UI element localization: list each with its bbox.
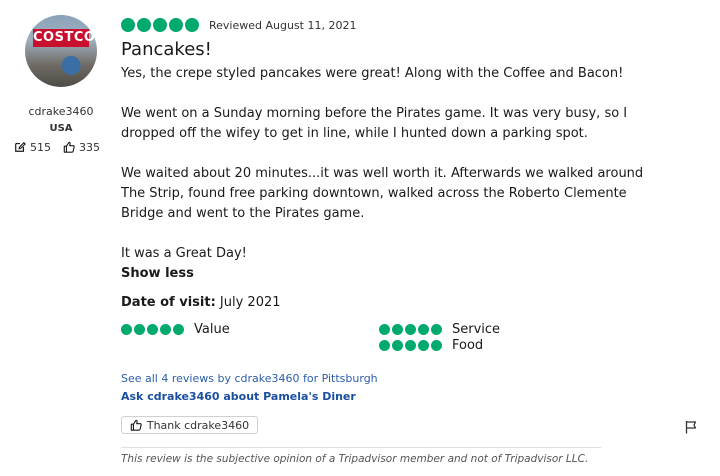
- date-of-visit-value: July 2021: [215, 295, 281, 310]
- subrating-value: Value: [121, 322, 230, 337]
- rating-bubble: [147, 324, 158, 335]
- rating-bubble: [134, 324, 145, 335]
- flag-icon[interactable]: [684, 420, 698, 434]
- rating-bubble: [379, 324, 390, 335]
- reviewer-card: COSTCO cdrake3460 USA 515 335: [14, 15, 108, 154]
- username[interactable]: cdrake3460: [14, 105, 108, 118]
- rating-bubble: [169, 18, 183, 32]
- bubble-rating: [121, 324, 184, 335]
- rating-bubble: [405, 324, 416, 335]
- reviewed-date: Reviewed August 11, 2021: [209, 18, 357, 32]
- subrating-food: Food: [379, 338, 483, 353]
- review-paragraph: We waited about 20 minutes...it was well…: [121, 166, 644, 221]
- edit-icon: [15, 141, 26, 152]
- rating-bubble: [121, 18, 135, 32]
- divider: [121, 447, 601, 448]
- thank-button[interactable]: Thank cdrake3460: [121, 416, 258, 434]
- subrating-label: Service: [452, 322, 501, 337]
- rating-bubble: [431, 324, 442, 335]
- rating-bubble: [121, 324, 132, 335]
- thumbs-up-icon: [63, 141, 75, 153]
- review-paragraph: Yes, the crepe styled pancakes were grea…: [121, 66, 624, 81]
- rating-bubble: [137, 18, 151, 32]
- date-of-visit-label: Date of visit:: [121, 295, 216, 310]
- rating-bubble: [418, 340, 429, 351]
- rating-bubble: [379, 340, 390, 351]
- avatar-sign-text: COSTCO: [33, 29, 96, 47]
- rating-bubble: [431, 340, 442, 351]
- bubble-rating: [379, 324, 442, 335]
- rating-bubble: [405, 340, 416, 351]
- review: Reviewed August 11, 2021 Pancakes! Yes, …: [121, 15, 651, 364]
- rating-bubble: [185, 18, 199, 32]
- bubble-rating: [121, 18, 199, 32]
- subrating-label: Value: [194, 322, 230, 337]
- see-all-reviews-link[interactable]: See all 4 reviews by cdrake3460 for Pitt…: [121, 372, 378, 385]
- review-body: Yes, the crepe styled pancakes were grea…: [121, 64, 651, 264]
- subratings: Value Service Food: [121, 322, 651, 364]
- thank-button-label: Thank cdrake3460: [146, 418, 250, 432]
- user-country: USA: [49, 123, 73, 134]
- rating-bubble: [392, 340, 403, 351]
- avatar[interactable]: COSTCO: [25, 15, 97, 87]
- disclaimer: This review is the subjective opinion of…: [121, 453, 589, 465]
- review-paragraph: It was a Great Day!: [121, 246, 247, 261]
- review-paragraph: We went on a Sunday morning before the P…: [121, 106, 628, 141]
- thumbs-up-icon: [130, 419, 142, 431]
- ask-reviewer-link[interactable]: Ask cdrake3460 about Pamela's Diner: [121, 390, 356, 403]
- review-rating-row: Reviewed August 11, 2021: [121, 15, 651, 35]
- contributions-count: 515: [30, 140, 51, 154]
- rating-bubble: [418, 324, 429, 335]
- subrating-service: Service: [379, 322, 500, 337]
- rating-bubble: [392, 324, 403, 335]
- date-of-visit: Date of visit: July 2021: [121, 293, 651, 313]
- bubble-rating: [379, 340, 442, 351]
- rating-bubble: [153, 18, 167, 32]
- user-stats: 515 335: [14, 140, 108, 154]
- rating-bubble: [160, 324, 171, 335]
- show-less-button[interactable]: Show less: [121, 264, 651, 284]
- subrating-label: Food: [452, 338, 484, 353]
- review-title[interactable]: Pancakes!: [121, 39, 651, 61]
- helpful-votes-count: 335: [79, 140, 100, 154]
- rating-bubble: [173, 324, 184, 335]
